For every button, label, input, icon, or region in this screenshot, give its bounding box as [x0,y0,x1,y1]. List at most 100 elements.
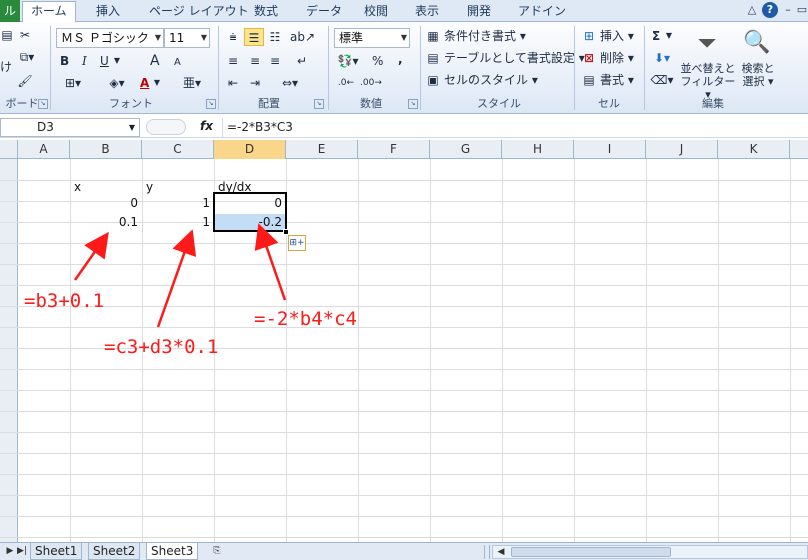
font-color-button[interactable]: A [140,74,149,92]
column-header-c[interactable]: C [142,140,214,159]
clipboard-launcher-icon[interactable]: ↘ [38,99,48,109]
horizontal-scrollbar[interactable]: ◀ [492,545,808,559]
comma-button[interactable]: , [398,50,403,68]
name-box[interactable]: D3 ▼ [0,118,140,137]
font-launcher-icon[interactable]: ↘ [206,99,216,109]
tab-insert[interactable]: 挿入 [94,2,122,22]
decrease-indent-icon[interactable]: ⇤ [224,74,242,92]
column-header-k[interactable]: K [718,140,790,159]
tab-file[interactable]: ル [0,0,21,22]
column-header-a[interactable]: A [18,140,70,159]
format-cells-button[interactable]: 書式 ▾ [600,71,634,89]
scroll-left-icon[interactable]: ◀ [495,546,507,558]
horizontal-scroll-thumb[interactable] [511,547,671,557]
percent-button[interactable]: % [372,52,383,70]
column-header-d[interactable]: D [214,140,286,159]
merge-center-icon[interactable]: ⇔▾ [276,74,304,92]
column-header-j[interactable]: J [646,140,718,159]
tab-addins[interactable]: アドイン [516,2,568,22]
cell-d4[interactable]: -0.2 [214,212,286,233]
column-header-i[interactable]: I [574,140,646,159]
alignment-launcher-icon[interactable]: ↘ [314,99,324,109]
increase-indent-icon[interactable]: ⇥ [246,74,264,92]
decrease-decimal-icon[interactable]: .00→ [360,74,382,92]
autofill-options-icon[interactable]: ⊞+ [288,235,306,251]
help-icon[interactable]: ? [762,2,778,18]
delete-cells-button[interactable]: 削除 ▾ [600,49,634,67]
next-sheet-icon[interactable]: ▶ [4,544,16,559]
cell-d3[interactable]: 0 [214,193,286,214]
column-header-f[interactable]: F [358,140,430,159]
binoculars-icon[interactable]: 🔍 [742,28,772,58]
currency-icon[interactable]: 💱▾ [336,52,360,70]
orientation-icon[interactable]: ab↗ [290,28,315,46]
column-header-e[interactable]: E [286,140,358,159]
shrink-font-button[interactable]: A [174,54,181,72]
tab-home[interactable]: ホーム [22,1,76,23]
formula-input[interactable]: =-2*B3*C3 [222,118,808,137]
align-center-icon[interactable]: ≡ [246,52,264,70]
wrap-text-icon[interactable]: ↵ [292,52,312,70]
window-restore-icon[interactable]: ▭ [794,2,808,18]
grow-font-button[interactable]: A [150,52,160,70]
border-icon[interactable]: ⊞▾ [60,74,86,92]
tab-view[interactable]: 表示 [413,2,441,22]
align-right-icon[interactable]: ≡ [266,52,284,70]
cell-b4[interactable]: 0.1 [70,212,142,233]
tab-split-handle[interactable] [484,545,490,559]
cut-icon[interactable]: ✂ [16,26,34,44]
cell-c4[interactable]: 1 [142,212,214,233]
chevron-down-icon[interactable]: ▼ [152,74,162,92]
formula-bar-divider-handle[interactable] [146,119,186,135]
increase-decimal-icon[interactable]: .0← [336,74,356,92]
clear-icon[interactable]: ⌫▾ [650,71,674,89]
copy-icon[interactable]: ⧉▾ [16,48,38,66]
column-header-l[interactable] [790,140,808,159]
tab-formulas[interactable]: 数式 [252,2,280,22]
phonetic-icon[interactable]: 亜▾ [178,74,206,92]
column-header-h[interactable]: H [502,140,574,159]
cell-c3[interactable]: 1 [142,193,214,214]
paste-icon[interactable]: ▤ [0,26,14,44]
bold-button[interactable]: B [60,52,69,70]
tab-review[interactable]: 校閲 [362,2,390,22]
autosum-button[interactable]: Σ [652,27,660,45]
format-as-table-button[interactable]: テーブルとして書式設定 ▾ [444,49,585,67]
tab-data[interactable]: データ [304,2,344,22]
align-middle-icon[interactable]: ☰ [244,28,264,46]
cell-styles-button[interactable]: セルのスタイル ▾ [444,71,538,89]
align-bottom-icon[interactable]: ☷ [266,28,284,46]
italic-button[interactable]: I [82,52,87,70]
minimize-ribbon-icon[interactable]: △ [744,2,760,18]
select-all-corner[interactable] [0,140,18,159]
find-select-button[interactable]: 検索と 選択 ▾ [736,62,780,88]
sheet-tab-sheet1[interactable]: Sheet1 [30,543,83,560]
number-format-select[interactable]: 標準 ▼ [334,28,410,48]
column-header-b[interactable]: B [70,140,142,159]
conditional-format-button[interactable]: 条件付き書式 ▾ [444,27,526,45]
chevron-down-icon[interactable]: ▼ [664,27,674,45]
align-left-icon[interactable]: ≡ [224,52,242,70]
insert-sheet-icon[interactable]: ⎘ [208,544,226,559]
chevron-down-icon[interactable]: ▼ [112,52,122,70]
align-top-icon[interactable]: ⩧ [224,28,242,46]
font-size-select[interactable]: 11 ▼ [164,28,210,48]
sheet-tab-sheet3[interactable]: Sheet3 [146,543,199,560]
insert-function-button[interactable]: fx [200,119,213,133]
underline-button[interactable]: U [100,52,109,70]
font-name-select[interactable]: ＭＳ Ｐゴシック ▼ [56,28,164,48]
insert-cells-button[interactable]: 挿入 ▾ [600,27,634,45]
column-header-g[interactable]: G [430,140,502,159]
tab-developer[interactable]: 開発 [465,2,493,22]
format-painter-icon[interactable]: 🖌 [16,72,34,90]
fill-color-icon[interactable]: ◈▾ [104,74,130,92]
fill-down-icon[interactable]: ⬇▾ [650,49,674,67]
sort-filter-icon[interactable]: ⏷ [692,28,722,58]
tab-page-layout[interactable]: ページ レイアウト [147,2,251,22]
paste-button-label[interactable]: け [0,58,12,76]
last-sheet-icon[interactable]: ▶| [16,544,28,559]
grid-line [0,432,808,433]
sheet-tab-sheet2[interactable]: Sheet2 [88,543,141,560]
number-launcher-icon[interactable]: ↘ [408,99,418,109]
cell-b3[interactable]: 0 [70,193,142,214]
